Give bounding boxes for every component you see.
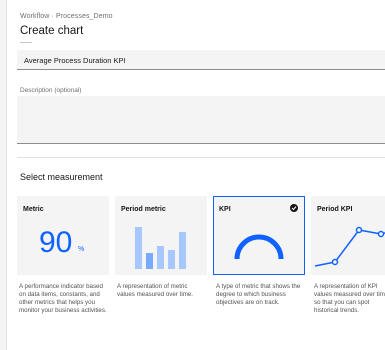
tile-title: Metric (23, 206, 44, 213)
metric-description: A performance indicator based on data it… (19, 283, 107, 314)
kpi-description: A type of metric that shows the degree t… (216, 283, 301, 306)
metric-sample-unit: % (78, 246, 85, 253)
period-metric-tile[interactable]: Period metric (115, 196, 207, 275)
checkmark-filled-icon (290, 204, 298, 212)
tile-title: Period KPI (317, 206, 353, 213)
page-title: Create chart (20, 25, 84, 37)
period-kpi-tile[interactable]: Period KPI (311, 196, 385, 275)
create-chart-panel: Workflow · Processes_Demo Create chart A… (6, 0, 385, 350)
bar-chart-icon (135, 227, 186, 269)
title-divider (20, 42, 32, 43)
chart-name-input[interactable]: Average Process Duration KPI (17, 50, 385, 70)
select-measurement-heading: Select measurement (20, 172, 103, 182)
metric-tile[interactable]: Metric 90 % (17, 196, 109, 275)
tile-title: KPI (219, 206, 231, 213)
kpi-tile[interactable]: KPI (213, 196, 305, 275)
description-textarea[interactable] (17, 96, 385, 144)
chart-name-value: Average Process Duration KPI (24, 56, 126, 65)
period-metric-description: A representation of metric values measur… (117, 283, 194, 298)
breadcrumb[interactable]: Workflow · Processes_Demo (20, 13, 113, 20)
line-chart-icon (314, 226, 385, 267)
description-label: Description (optional) (20, 87, 82, 94)
metric-sample-value: 90 (39, 226, 73, 259)
section-divider (17, 157, 385, 158)
gauge-icon (234, 234, 284, 260)
period-kpi-description: A representation of KPI values measured … (314, 283, 385, 314)
tile-title: Period metric (121, 206, 166, 213)
